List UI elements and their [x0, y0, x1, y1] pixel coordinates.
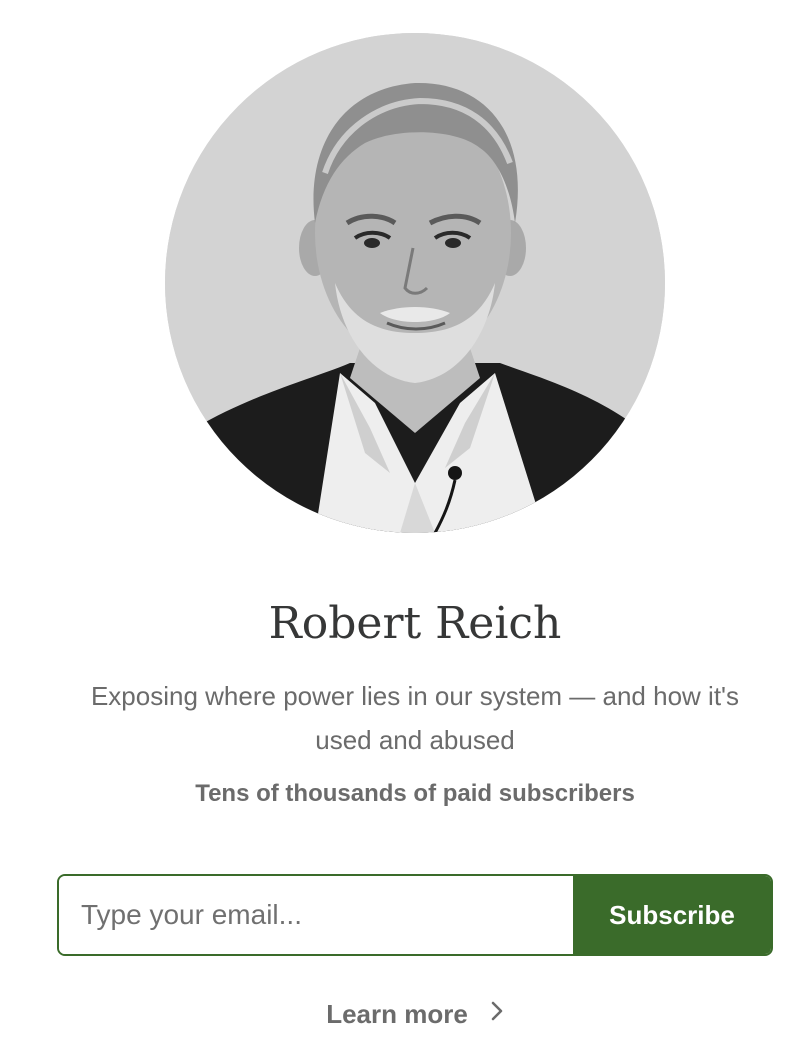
chevron-right-icon [490, 993, 504, 1033]
email-input[interactable] [59, 876, 573, 954]
author-avatar [165, 33, 665, 533]
subscriber-count: Tens of thousands of paid subscribers [195, 780, 635, 807]
learn-more-label: Learn more [326, 999, 468, 1029]
publication-landing: Robert Reich Exposing where power lies i… [0, 0, 800, 1056]
subscribe-form: Subscribe [57, 874, 773, 956]
author-portrait-image [165, 33, 665, 533]
learn-more-link[interactable]: Learn more [0, 994, 800, 1036]
publication-description: Exposing where power lies in our system … [90, 681, 740, 755]
publication-title: Robert Reich [268, 598, 562, 649]
subscribe-button[interactable]: Subscribe [573, 876, 771, 954]
